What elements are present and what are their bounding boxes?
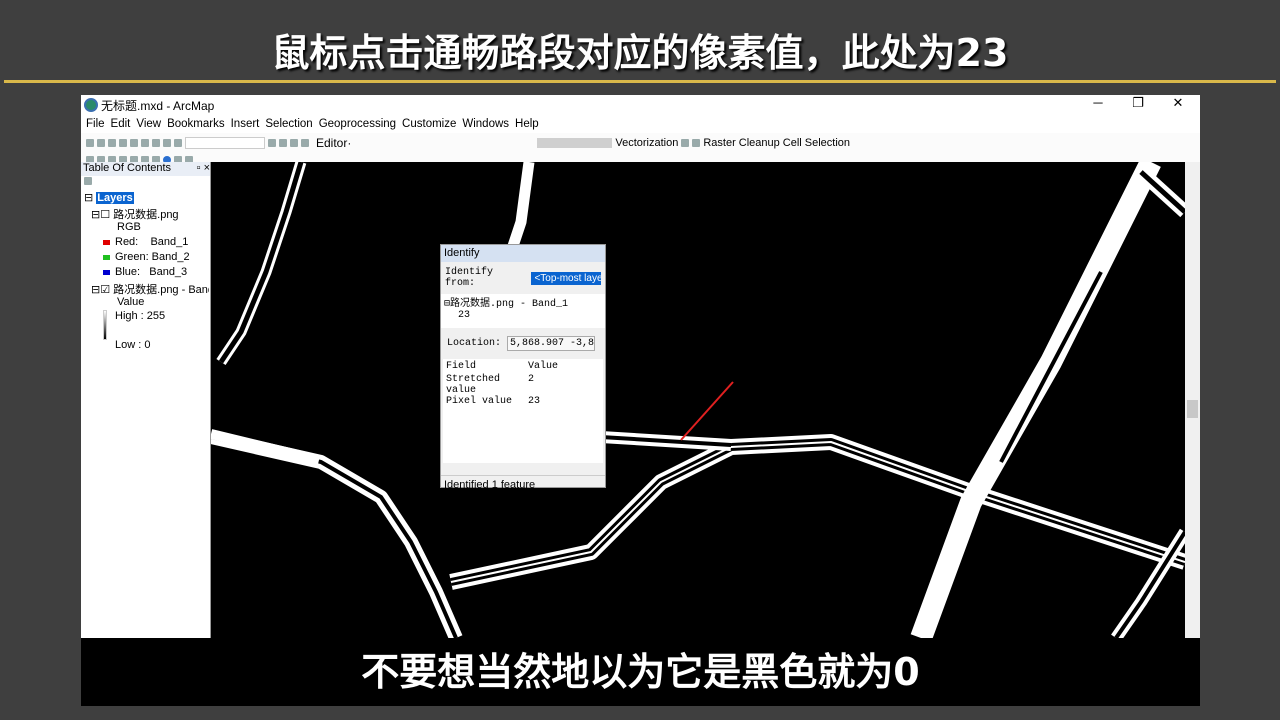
- value-label: Value: [117, 296, 145, 308]
- map-scrollbar[interactable]: [1185, 162, 1200, 638]
- red-band: Red: Band_1: [115, 236, 189, 248]
- menu-file[interactable]: File: [86, 118, 105, 130]
- road-left-vertical: [216, 162, 307, 366]
- print-icon[interactable]: [119, 139, 127, 147]
- paste-icon[interactable]: [152, 139, 160, 147]
- minimize-button[interactable]: ─: [1078, 95, 1118, 110]
- maximize-button[interactable]: ❐: [1118, 95, 1158, 111]
- road-diagonal-main: [910, 162, 1161, 638]
- cut-icon[interactable]: [130, 139, 138, 147]
- cell-selection-menu[interactable]: Cell Selection: [783, 137, 850, 149]
- vector-tool-icon[interactable]: [681, 139, 690, 147]
- new-icon[interactable]: [86, 139, 94, 147]
- rgb-label: RGB: [117, 221, 141, 233]
- green-band: Green: Band_2: [115, 251, 190, 263]
- undo-icon[interactable]: [163, 139, 171, 147]
- identify-window: Identify Identify from: <Top-most layer>…: [440, 244, 606, 491]
- table-of-contents: Table Of Contents ▫ × ⊟ Layers ⊟☐ 路况数据.pn…: [81, 162, 211, 638]
- low-label: Low : 0: [115, 339, 151, 351]
- scrollbar-thumb[interactable]: [1187, 400, 1198, 418]
- list-by-drawing-order-icon[interactable]: [84, 177, 92, 185]
- layer-combo[interactable]: [537, 138, 613, 148]
- arcmap-window: 无标题.mxd - ArcMap ─ ❐ ✕ File Edit View Bo…: [81, 95, 1200, 638]
- menu-geoprocessing[interactable]: Geoprocessing: [319, 118, 396, 130]
- slide-title: 鼠标点击通畅路段对应的像素值，此处为23: [271, 31, 1009, 75]
- open-icon[interactable]: [97, 139, 105, 147]
- high-label: High : 255: [115, 310, 166, 322]
- vectorization-menu[interactable]: Vectorization: [615, 137, 678, 149]
- title-divider: [4, 80, 1276, 83]
- layer-band1[interactable]: 路况数据.png - Band_1: [113, 284, 209, 296]
- menu-bar: File Edit View Bookmarks Insert Selectio…: [81, 115, 1200, 133]
- window-title: 无标题.mxd - ArcMap: [101, 98, 215, 113]
- menu-selection[interactable]: Selection: [265, 118, 312, 130]
- editor-toolbar-icon[interactable]: [268, 139, 276, 147]
- road-diagonal-inner: [999, 271, 1103, 463]
- copy-icon[interactable]: [141, 139, 149, 147]
- toc-close-icon[interactable]: ▫ ×: [197, 162, 210, 176]
- location-label: Location:: [447, 338, 502, 349]
- menu-help[interactable]: Help: [515, 118, 539, 130]
- menu-customize[interactable]: Customize: [402, 118, 456, 130]
- road-connector: [600, 431, 732, 451]
- identify-title: Identify: [441, 245, 605, 262]
- close-button[interactable]: ✕: [1158, 95, 1198, 111]
- arcmap-logo-icon: [84, 98, 98, 112]
- horizontal-scrollbar[interactable]: [443, 463, 603, 475]
- red-swatch: [103, 239, 110, 245]
- menu-bookmarks[interactable]: Bookmarks: [167, 118, 225, 130]
- layers-root[interactable]: Layers: [96, 192, 134, 204]
- menu-insert[interactable]: Insert: [231, 118, 260, 130]
- scale-combo[interactable]: [185, 137, 265, 149]
- catalog-icon[interactable]: [290, 139, 298, 147]
- editor-menu[interactable]: Editor·: [316, 136, 351, 150]
- road-raster: [211, 162, 1185, 638]
- road-left-curve: [211, 430, 463, 638]
- col-field: Field: [446, 361, 477, 372]
- gradient-ramp: [103, 310, 107, 340]
- green-swatch: [103, 254, 110, 260]
- search-icon[interactable]: [301, 139, 309, 147]
- red-arrow: [680, 381, 734, 441]
- tree-item-value[interactable]: 23: [444, 310, 602, 321]
- title-bar: 无标题.mxd - ArcMap ─ ❐ ✕: [81, 95, 1200, 115]
- subtitle: 不要想当然地以为它是黑色就为0: [81, 638, 1200, 706]
- map-view[interactable]: [211, 162, 1185, 638]
- menu-edit[interactable]: Edit: [111, 118, 131, 130]
- standard-toolbar: Editor· Vectorization Raster Cleanup Cel…: [81, 133, 1200, 153]
- menu-windows[interactable]: Windows: [462, 118, 509, 130]
- col-value: Value: [528, 361, 559, 372]
- layer-rgb[interactable]: 路况数据.png: [113, 209, 178, 221]
- road-top-thick: [505, 162, 535, 254]
- table-row: Pixel value 23: [446, 396, 541, 407]
- add-data-icon[interactable]: [174, 139, 182, 147]
- identify-from-label: Identify from:: [445, 267, 494, 289]
- location-value: 5,868.907 -3,835: [507, 336, 596, 351]
- tree-item-layer[interactable]: ⊟路况数据.png - Band_1: [444, 294, 602, 310]
- toc-icon[interactable]: [279, 139, 287, 147]
- save-icon[interactable]: [108, 139, 116, 147]
- toc-title: Table Of Contents: [83, 162, 172, 174]
- identify-status: Identified 1 feature: [441, 475, 605, 494]
- pencil-icon[interactable]: [692, 139, 701, 147]
- table-row: Stretched value 2: [446, 374, 535, 396]
- raster-cleanup-menu[interactable]: Raster Cleanup: [703, 137, 779, 149]
- blue-swatch: [103, 269, 110, 275]
- identify-from-select[interactable]: <Top-most layer>: [531, 271, 601, 285]
- menu-view[interactable]: View: [136, 118, 161, 130]
- blue-band: Blue: Band_3: [115, 266, 188, 278]
